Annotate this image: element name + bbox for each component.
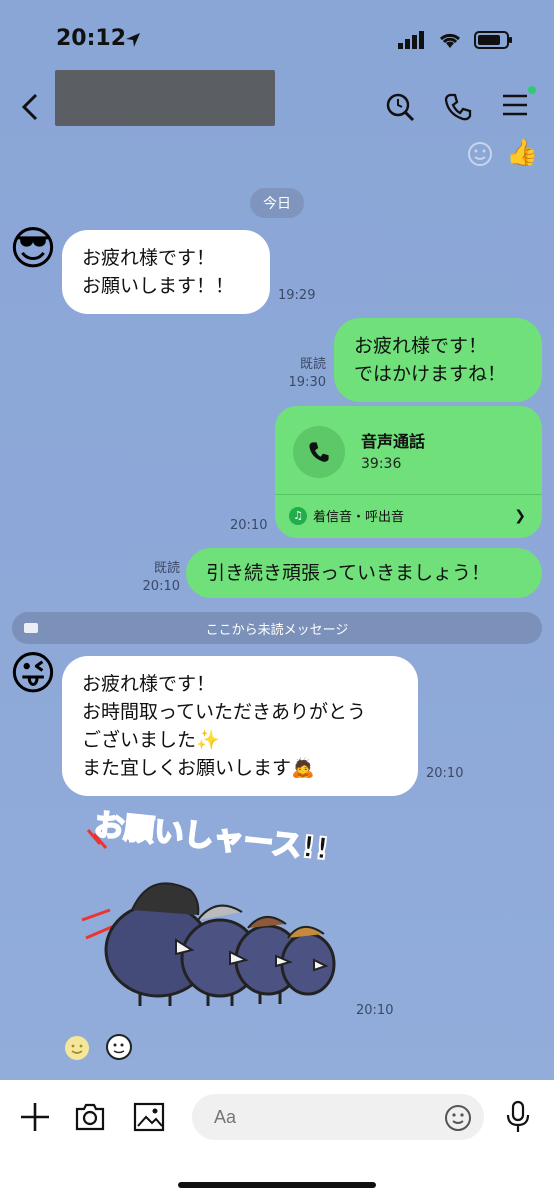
read-receipt: 既読 20:10: [142, 561, 180, 594]
search-clock-icon[interactable]: [385, 92, 415, 126]
input-bar: [0, 1080, 554, 1200]
sticker-shortcut-icon[interactable]: [104, 1032, 134, 1066]
location-arrow-icon: [124, 31, 142, 53]
thumbs-up-icon[interactable]: 👍: [506, 138, 538, 168]
tag-icon: [24, 623, 38, 633]
message-input-field[interactable]: [192, 1094, 484, 1140]
message-bubble: お疲れ様です！ お時間取っていただきありがとう ございました✨ また宜しくお願い…: [62, 656, 418, 796]
divider: [275, 494, 542, 495]
back-arrow-icon[interactable]: [18, 92, 44, 126]
home-indicator: [178, 1182, 376, 1188]
message-time: 20:10: [230, 518, 268, 533]
unread-divider: ここから未読メッセージ: [12, 612, 542, 644]
message-time: 20:10: [426, 766, 464, 781]
crow-birds-icon: [81, 829, 336, 1006]
notification-dot: [528, 86, 536, 94]
sticker-crows[interactable]: お願いしャース!!: [80, 800, 340, 1010]
menu-icon[interactable]: [502, 92, 528, 122]
phone-icon[interactable]: [443, 92, 473, 126]
date-divider: 今日: [250, 188, 304, 218]
call-duration: 39:36: [361, 456, 402, 472]
smile-reaction-icon[interactable]: [64, 1035, 90, 1065]
chat-title: [55, 70, 275, 126]
call-title: 音声通話: [361, 432, 426, 451]
message-bubble: お疲れ様です！ お願いします！！: [62, 230, 270, 314]
wifi-icon: [439, 33, 461, 48]
image-icon[interactable]: [132, 1100, 166, 1138]
message-bubble: お疲れ様です！ ではかけますね！: [334, 318, 542, 402]
message-time: 20:10: [356, 1003, 394, 1018]
music-note-icon: ♫: [289, 506, 307, 525]
chevron-right-icon: ❯: [514, 508, 526, 524]
ringtone-link[interactable]: ♫ 着信音・呼出音: [289, 506, 404, 525]
emoji-icon[interactable]: [444, 1104, 472, 1136]
avatar-wink[interactable]: 😜: [8, 648, 58, 698]
battery-icon: [474, 31, 512, 49]
microphone-icon[interactable]: [504, 1100, 532, 1138]
message-bubble: 引き続き頑張っていきましょう！: [186, 548, 542, 598]
status-time: 20:12: [56, 26, 127, 51]
signal-icon: [398, 31, 424, 49]
camera-icon[interactable]: [73, 1100, 107, 1138]
message-time: 19:29: [278, 288, 316, 303]
read-receipt: 既読 19:30: [288, 357, 326, 390]
smile-reaction-icon[interactable]: [466, 140, 494, 172]
phone-call-icon: [293, 426, 345, 478]
avatar-sunglasses[interactable]: 😎: [8, 223, 58, 273]
status-icons: [398, 30, 514, 50]
message-input[interactable]: [212, 1106, 436, 1129]
plus-icon[interactable]: [18, 1100, 52, 1138]
voice-call-card[interactable]: 音声通話 39:36 ♫ 着信音・呼出音 ❯: [275, 406, 542, 538]
